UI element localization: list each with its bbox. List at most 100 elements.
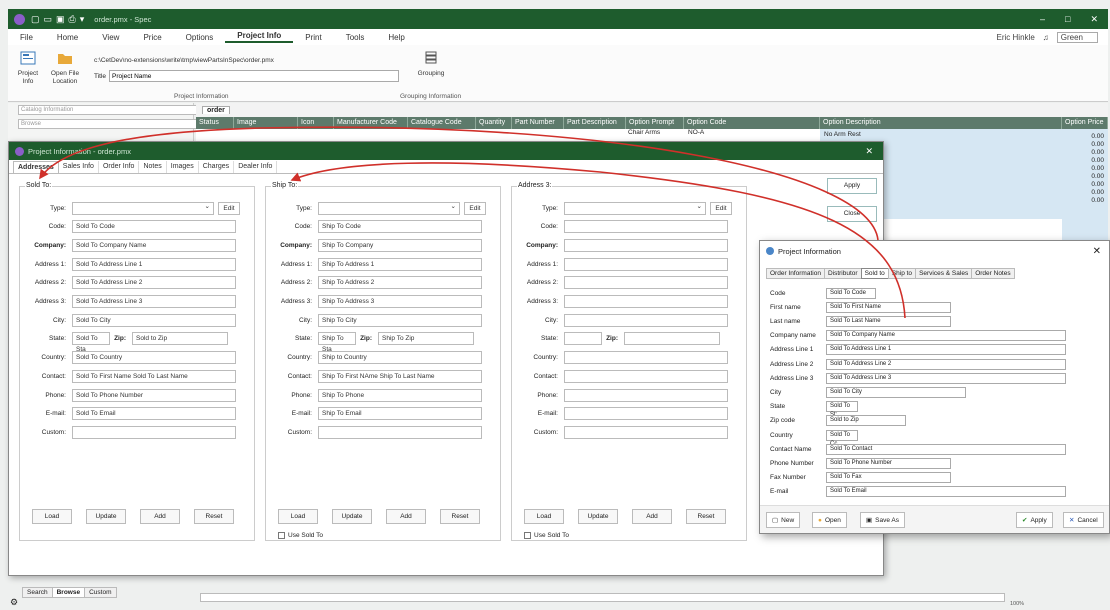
sold-phone-field[interactable]: Sold To Phone Number xyxy=(72,388,236,402)
tab-order-information[interactable]: Order Information xyxy=(766,268,825,279)
sold-type-select[interactable]: ⌄ xyxy=(72,201,214,215)
field-input[interactable]: Sold To Address Line 1 xyxy=(826,344,1066,356)
close-button[interactable]: Close xyxy=(827,206,877,222)
save-as-button[interactable]: ▣ Save As xyxy=(860,512,906,528)
menu-options[interactable]: Options xyxy=(174,33,226,42)
ship-edit-button[interactable]: Edit xyxy=(464,201,486,215)
addr3-add-button[interactable]: Add xyxy=(632,509,672,524)
addr3-a2-field[interactable] xyxy=(564,276,728,290)
cancel-button[interactable]: ✕ Cancel xyxy=(1063,512,1104,528)
addr3-city-field[interactable] xyxy=(564,313,728,327)
open-file-location-button[interactable]: Open File Location xyxy=(48,51,82,86)
open-button[interactable]: ● Open xyxy=(812,512,847,528)
tab-distributor[interactable]: Distributor xyxy=(823,268,862,279)
ship-type-select[interactable]: ⌄ xyxy=(318,201,460,215)
sold-update-button[interactable]: Update xyxy=(86,509,126,524)
ship-add-button[interactable]: Add xyxy=(386,509,426,524)
col-part-description[interactable]: Part Description xyxy=(564,117,626,129)
ship-a3-field[interactable]: Ship To Address 3 xyxy=(318,295,482,308)
tab-notes[interactable]: Notes xyxy=(139,161,167,173)
tab-order-info[interactable]: Order Info xyxy=(99,161,140,173)
ship-a2-field[interactable]: Ship To Address 2 xyxy=(318,276,482,290)
ship-contact-field[interactable]: Ship To First NAme Ship To Last Name xyxy=(318,369,482,383)
menu-file[interactable]: File xyxy=(8,33,45,42)
addr3-use-sold-to-checkbox[interactable]: Use Sold To xyxy=(524,532,569,539)
ship-a1-field[interactable]: Ship To Address 1 xyxy=(318,257,482,271)
field-input[interactable]: Sold To Last Name xyxy=(826,315,951,327)
horizontal-scrollbar[interactable] xyxy=(200,593,1005,602)
ship-city-field[interactable]: Ship To City xyxy=(318,313,482,327)
addr3-country-field[interactable] xyxy=(564,351,728,365)
field-input[interactable]: Sold to Zip xyxy=(826,415,906,427)
col-option-code[interactable]: Option Code xyxy=(684,117,820,129)
save-icon[interactable]: ▣ xyxy=(56,14,65,25)
sold-state-field[interactable]: Sold To Sta xyxy=(72,332,110,353)
tab-search[interactable]: Search xyxy=(22,587,53,598)
sold-a1-field[interactable]: Sold To Address Line 1 xyxy=(72,257,236,271)
apply2-button[interactable]: ✔ Apply xyxy=(1016,512,1053,528)
menu-home[interactable]: Home xyxy=(45,33,90,42)
addr3-edit-button[interactable]: Edit xyxy=(710,201,732,215)
addr3-company-field[interactable] xyxy=(564,238,728,252)
col-option-prompt[interactable]: Option Prompt xyxy=(626,117,684,129)
field-input[interactable]: Sold To Address Line 3 xyxy=(826,372,1066,384)
field-input[interactable]: Sold To Fax xyxy=(826,472,951,484)
customize-icon[interactable]: ▾ xyxy=(80,14,85,25)
addr3-phone-field[interactable] xyxy=(564,388,728,402)
print-icon[interactable]: ⎙ xyxy=(69,14,76,25)
col-manufacturer-code[interactable]: Manufacturer Code xyxy=(334,117,408,129)
addr3-update-button[interactable]: Update xyxy=(578,509,618,524)
tab-browse[interactable]: Browse xyxy=(51,587,86,598)
addr3-a1-field[interactable] xyxy=(564,257,728,271)
sold-email-field[interactable]: Sold To Email xyxy=(72,407,236,421)
addr3-load-button[interactable]: Load xyxy=(524,509,564,524)
tab-services-sales[interactable]: Services & Sales xyxy=(915,268,973,279)
field-input[interactable]: Sold To St: xyxy=(826,401,858,418)
sold-load-button[interactable]: Load xyxy=(32,509,72,524)
ship-state-field[interactable]: Ship To Sta xyxy=(318,332,356,353)
col-quantity[interactable]: Quantity xyxy=(476,117,512,129)
close-window-icon[interactable]: ✕ xyxy=(1090,14,1098,25)
close-dialog-icon[interactable]: ✕ xyxy=(865,146,873,157)
field-input[interactable]: Sold To Email xyxy=(826,486,1066,498)
ship-zip-field[interactable]: Ship To Zip xyxy=(378,332,474,346)
col-part-number[interactable]: Part Number xyxy=(512,117,564,129)
addr3-state-field[interactable] xyxy=(564,332,602,346)
new-button[interactable]: ▢ New xyxy=(766,512,801,528)
sold-code-field[interactable]: Sold To Code xyxy=(72,220,236,234)
field-input[interactable]: Sold To Contact xyxy=(826,443,1066,455)
col-catalogue-code[interactable]: Catalogue Code xyxy=(408,117,476,129)
ship-company-field[interactable]: Ship To Company xyxy=(318,238,482,252)
ship-country-field[interactable]: Ship to Country xyxy=(318,351,482,365)
addr3-a3-field[interactable] xyxy=(564,295,728,308)
col-status[interactable]: Status xyxy=(196,117,234,129)
maximize-icon[interactable]: □ xyxy=(1065,14,1070,24)
title-input[interactable] xyxy=(109,70,400,82)
field-input[interactable]: Sold To Address Line 2 xyxy=(826,358,1066,370)
tab-addresses[interactable]: Addresses xyxy=(13,161,59,173)
tab-charges[interactable]: Charges xyxy=(199,161,235,173)
open-folder-icon[interactable]: ▭ xyxy=(44,14,53,25)
sold-a2-field[interactable]: Sold To Address Line 2 xyxy=(72,276,236,290)
ship-code-field[interactable]: Ship To Code xyxy=(318,220,482,234)
menu-tools[interactable]: Tools xyxy=(334,33,377,42)
ship-use-sold-to-checkbox[interactable]: Use Sold To xyxy=(278,532,323,539)
field-input[interactable]: Sold To Phone Number xyxy=(826,457,951,469)
addr3-reset-button[interactable]: Reset xyxy=(686,509,726,524)
theme-select[interactable]: Green xyxy=(1056,31,1098,43)
tab-order-notes[interactable]: Order Notes xyxy=(971,268,1015,279)
col-icon[interactable]: Icon xyxy=(298,117,334,129)
project-info-button[interactable]: Project Info xyxy=(14,51,42,86)
addr3-zip-field[interactable] xyxy=(624,332,720,346)
field-input[interactable]: Sold To City xyxy=(826,386,966,398)
tab-dealer-info[interactable]: Dealer Info xyxy=(234,161,278,173)
browse-field[interactable]: Browse xyxy=(18,119,198,129)
ship-update-button[interactable]: Update xyxy=(332,509,372,524)
sold-a3-field[interactable]: Sold To Address Line 3 xyxy=(72,295,236,308)
new-file-icon[interactable]: ▢ xyxy=(31,14,40,25)
addr3-contact-field[interactable] xyxy=(564,369,728,383)
col-option-price[interactable]: Option Price xyxy=(1062,117,1108,129)
ship-custom-field[interactable] xyxy=(318,425,482,439)
tab-images[interactable]: Images xyxy=(167,161,199,173)
addr3-custom-field[interactable] xyxy=(564,425,728,439)
